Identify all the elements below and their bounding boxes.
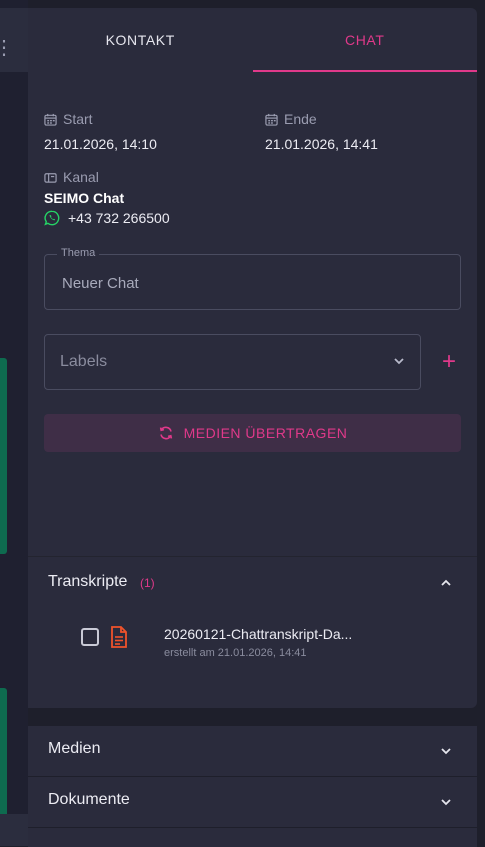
sync-icon (159, 426, 172, 440)
chevron-up-icon[interactable] (439, 576, 453, 590)
background-green-bar (0, 688, 7, 818)
calendar-icon (265, 113, 278, 126)
whatsapp-icon (44, 210, 60, 226)
chevron-down-icon[interactable] (439, 744, 453, 758)
chevron-down-icon[interactable] (439, 795, 453, 809)
background-green-bar (0, 358, 7, 554)
dokumente-accordion-header[interactable]: Dokumente (28, 776, 477, 827)
next-accordion-header[interactable] (28, 827, 477, 847)
transkripte-count: (1) (140, 576, 155, 590)
calendar-icon (44, 113, 57, 126)
end-label-row: Ende (265, 111, 317, 127)
labels-select[interactable]: Labels (44, 334, 421, 390)
kanal-label-row: Kanal (44, 169, 99, 185)
start-label-row: Start (44, 111, 93, 127)
transkripte-title: Transkripte (48, 573, 128, 590)
medien-uebertragen-label: MEDIEN ÜBERTRAGEN (183, 425, 348, 441)
transcript-checkbox[interactable] (81, 628, 99, 646)
start-value: 21.01.2026, 14:10 (44, 136, 157, 152)
thema-input[interactable] (60, 255, 445, 311)
add-label-button[interactable]: + (438, 350, 460, 374)
end-value: 21.01.2026, 14:41 (265, 136, 378, 152)
transkripte-accordion-header[interactable]: Transkripte (1) (28, 557, 477, 609)
transcript-file-name[interactable]: 20260121-Chattranskript-Da... (164, 626, 352, 642)
medien-uebertragen-button[interactable]: MEDIEN ÜBERTRAGEN (44, 414, 461, 452)
document-icon (111, 626, 127, 648)
background-app-header: ⋮ (0, 8, 28, 72)
end-label: Ende (284, 111, 317, 127)
kanal-name: SEIMO Chat (44, 190, 125, 206)
start-label: Start (63, 111, 93, 127)
dokumente-title: Dokumente (48, 791, 130, 808)
tab-bar: KONTAKT CHAT (28, 8, 477, 72)
background-app-footer (0, 814, 28, 846)
menu-icon[interactable]: ⋮ (0, 36, 14, 60)
phone-row: +43 732 266500 (44, 210, 170, 226)
tab-kontakt[interactable]: KONTAKT (28, 8, 253, 72)
transcript-file-meta: erstellt am 21.01.2026, 14:41 (164, 647, 307, 659)
thema-field[interactable]: Thema (44, 247, 461, 311)
chat-detail-panel: KONTAKT CHAT Start 21.01.2026, 14:10 End… (28, 8, 477, 708)
mailbox-icon (44, 172, 57, 183)
medien-accordion-header[interactable]: Medien (28, 725, 477, 776)
kanal-label: Kanal (63, 169, 99, 185)
tab-chat[interactable]: CHAT (252, 8, 478, 72)
medien-title: Medien (48, 740, 101, 757)
chevron-down-icon[interactable] (392, 354, 406, 368)
phone-number[interactable]: +43 732 266500 (68, 210, 170, 226)
labels-placeholder: Labels (60, 353, 108, 370)
